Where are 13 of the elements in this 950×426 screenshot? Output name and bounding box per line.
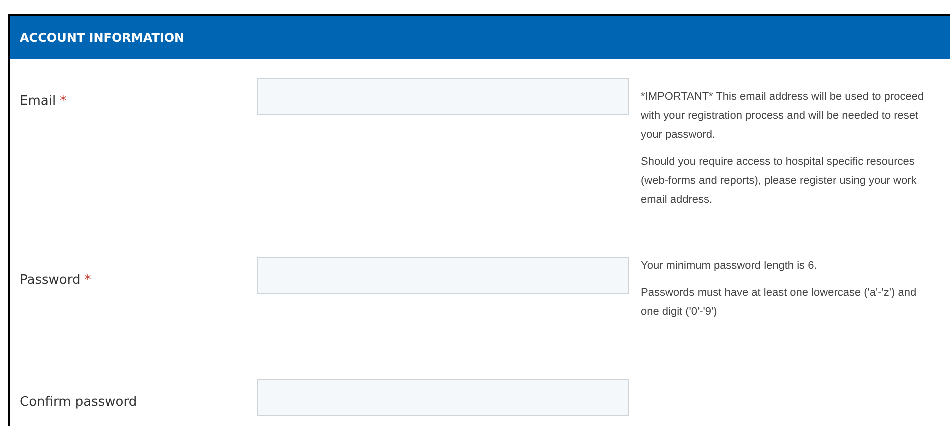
input-field[interactable] bbox=[257, 379, 629, 416]
field-label: Confirm password bbox=[20, 395, 138, 410]
help-text: Passwords must have at least one lowercase ('a'-'z') and one digit ('0'-'9') bbox=[641, 286, 918, 320]
help-text: Your minimum password length is 6. bbox=[641, 259, 818, 274]
help-text: Should you require access to hospital specific resources (web-forms and reports), please register using your work email address. bbox=[641, 155, 918, 208]
field-label: Password bbox=[20, 273, 81, 288]
field-label: Email bbox=[20, 94, 56, 109]
required-marker: * bbox=[60, 94, 67, 109]
required-marker: * bbox=[84, 273, 92, 288]
help-text: *IMPORTANT* This email address will be used to proceed with your registration process and will be needed to reset your password. bbox=[641, 90, 926, 143]
input-field[interactable] bbox=[257, 78, 629, 115]
section-title: ACCOUNT INFORMATION bbox=[20, 30, 185, 46]
input-field[interactable] bbox=[257, 257, 629, 294]
